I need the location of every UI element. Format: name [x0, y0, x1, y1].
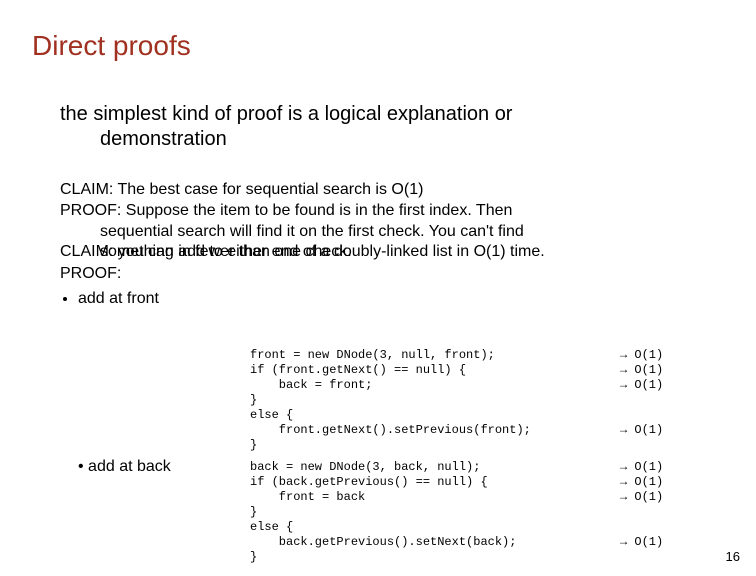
overlap-line: something in fewer than one check. CLAIM…: [60, 242, 700, 264]
intro-text: the simplest kind of proof is a logical …: [60, 102, 680, 152]
intro-line-1: the simplest kind of proof is a logical …: [60, 103, 512, 125]
code-block-back: back = new DNode(3, back, null); if (bac…: [250, 460, 516, 565]
overlap-lower: CLAIM: you can add to either end of a do…: [60, 242, 545, 263]
code-block-front: front = new DNode(3, null, front); if (f…: [250, 348, 531, 453]
bigo-front: → O(1) → O(1) → O(1) → O(1): [620, 348, 663, 438]
body-text: CLAIM: The best case for sequential sear…: [60, 180, 700, 310]
slide-title: Direct proofs: [32, 30, 191, 62]
bigo-back: → O(1) → O(1) → O(1) → O(1): [620, 460, 663, 550]
proof1-line1: PROOF: Suppose the item to be found is i…: [60, 201, 700, 222]
bullet-list: add at front: [78, 289, 700, 310]
bullet-add-front: add at front: [78, 289, 700, 310]
page-number: 16: [726, 549, 740, 564]
intro-line-2: demonstration: [100, 128, 227, 150]
bullet-add-back: add at back: [78, 458, 171, 476]
proof1-line2: sequential search will find it on the fi…: [100, 222, 700, 243]
slide: Direct proofs the simplest kind of proof…: [0, 0, 756, 576]
proof2-label: PROOF:: [60, 264, 700, 285]
claim-1: CLAIM: The best case for sequential sear…: [60, 180, 700, 201]
